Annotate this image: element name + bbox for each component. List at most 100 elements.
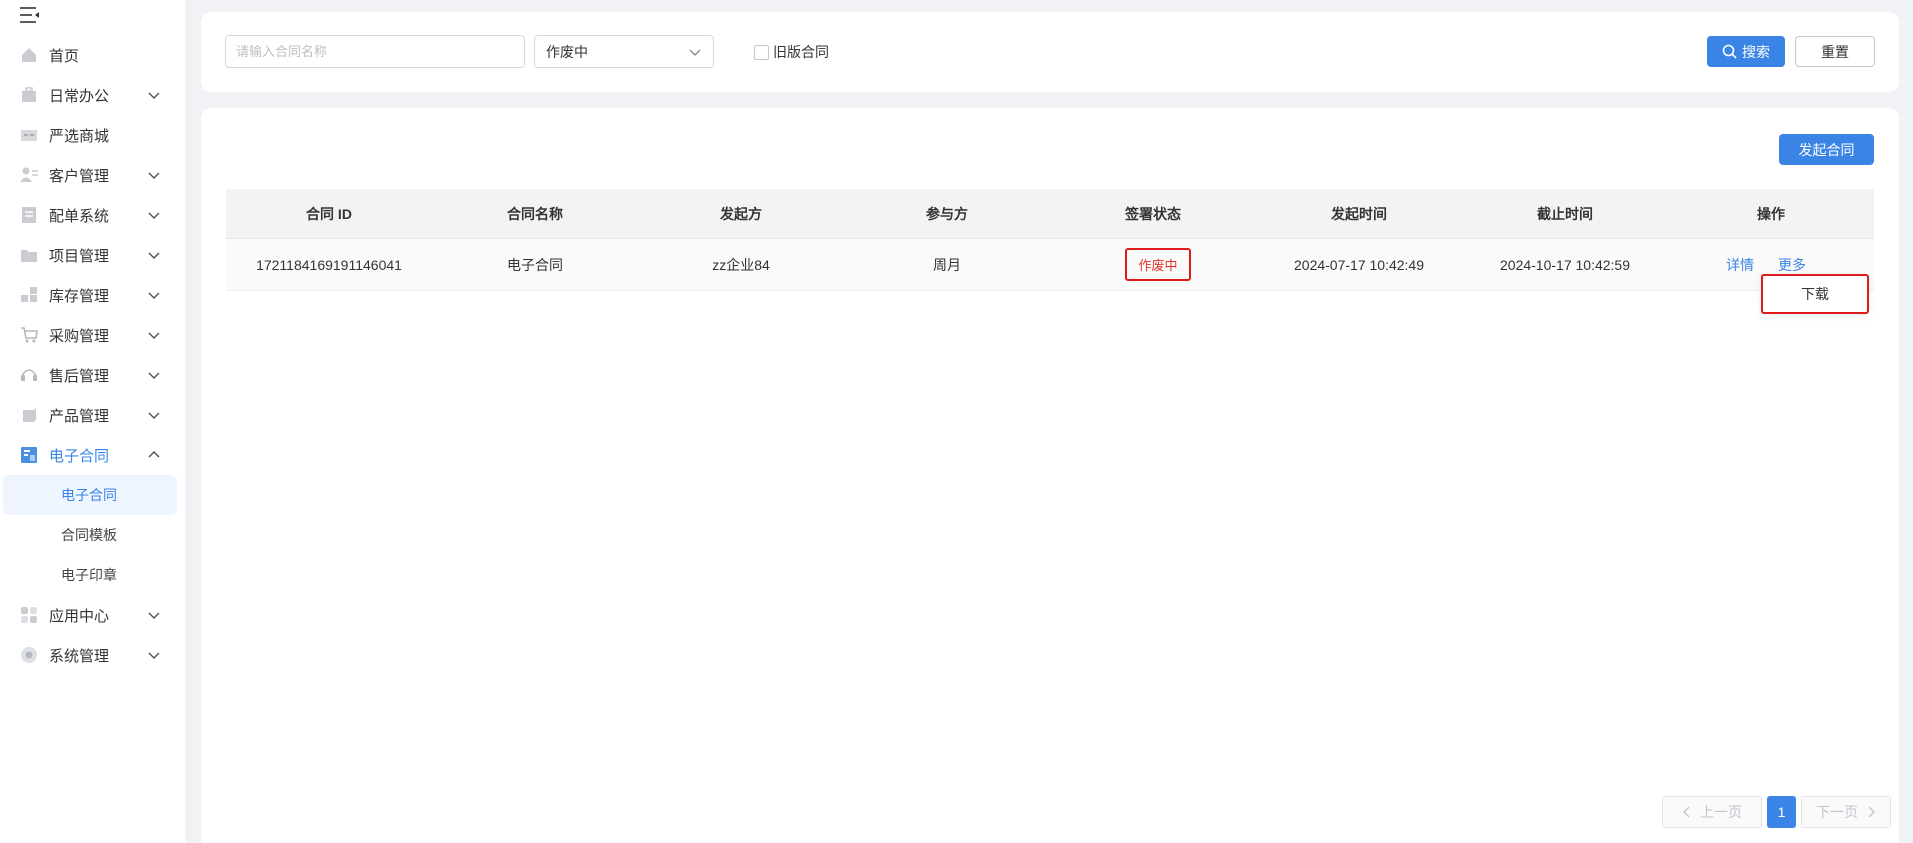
apps-icon — [20, 606, 38, 624]
next-page-button[interactable]: 下一页 — [1801, 796, 1891, 828]
sidebar-menu: 首页 日常办公 严选商城 客户管理 配单系统 项目管理 库存管理 采购管理 售后… — [0, 35, 185, 675]
headset-icon — [20, 366, 38, 384]
cell-contract-id: 1721184169191146041 — [256, 256, 402, 273]
submenu-item-label: 电子印章 — [61, 567, 117, 583]
customer-icon — [20, 166, 38, 184]
sidebar-item-label: 系统管理 — [49, 647, 110, 665]
column-header-name: 合同名称 — [507, 205, 563, 222]
chevron-down-icon — [689, 49, 701, 56]
sidebar-item-inventory[interactable]: 库存管理 — [0, 275, 185, 315]
reset-button[interactable]: 重置 — [1795, 36, 1875, 67]
pagination: 上一页 1 下一页 — [1662, 796, 1891, 828]
inventory-icon — [20, 286, 38, 304]
chevron-down-icon — [148, 212, 160, 220]
cell-initiator: zz企业84 — [712, 256, 770, 273]
folder-icon — [20, 246, 38, 264]
submenu-item-e-seal[interactable]: 电子印章 — [0, 555, 185, 595]
cart-icon — [20, 326, 38, 344]
sidebar-item-app-center[interactable]: 应用中心 — [0, 595, 185, 635]
submenu-item-label: 电子合同 — [61, 487, 117, 503]
chevron-down-icon — [148, 92, 160, 100]
sidebar-item-projects[interactable]: 项目管理 — [0, 235, 185, 275]
table-row: 1721184169191146041 电子合同 zz企业84 周月 作废中 2… — [226, 239, 1874, 291]
briefcase-icon — [20, 86, 38, 104]
sidebar-item-purchasing[interactable]: 采购管理 — [0, 315, 185, 355]
sidebar-item-label: 配单系统 — [49, 207, 110, 225]
column-header-actions: 操作 — [1757, 205, 1785, 222]
prev-page-button[interactable]: 上一页 — [1662, 796, 1762, 828]
store-icon — [20, 126, 38, 144]
search-icon — [1722, 44, 1737, 59]
more-link[interactable]: 更多 — [1778, 257, 1806, 273]
sidebar-item-label: 售后管理 — [49, 367, 110, 385]
chevron-down-icon — [148, 372, 160, 380]
sidebar-item-label: 电子合同 — [49, 447, 110, 465]
download-menu-item: 下载 — [1801, 286, 1829, 302]
column-header-end-time: 截止时间 — [1537, 205, 1593, 222]
contract-list-panel: 发起合同 合同 ID 合同名称 发起方 参与方 签署状态 发起时间 截止时间 操… — [201, 108, 1899, 843]
chevron-up-icon — [148, 450, 160, 458]
more-dropdown-download[interactable]: 下载 — [1761, 274, 1869, 314]
search-button-label: 搜索 — [1742, 43, 1770, 60]
sidebar-item-home[interactable]: 首页 — [0, 35, 185, 75]
detail-link[interactable]: 详情 — [1726, 257, 1754, 273]
status-select[interactable]: 作废中 — [534, 35, 714, 68]
cell-start-time: 2024-07-17 10:42:49 — [1294, 256, 1424, 273]
sidebar-item-customers[interactable]: 客户管理 — [0, 155, 185, 195]
contract-name-input[interactable] — [225, 35, 525, 68]
create-contract-button[interactable]: 发起合同 — [1779, 134, 1874, 165]
chevron-down-icon — [148, 612, 160, 620]
sidebar-item-label: 日常办公 — [49, 87, 110, 105]
cell-participant: 周月 — [933, 256, 961, 273]
submenu-item-label: 合同模板 — [61, 527, 117, 543]
cell-actions: 详情 更多 — [1668, 255, 1874, 275]
column-header-id: 合同 ID — [306, 205, 352, 222]
sidebar-item-after-sales[interactable]: 售后管理 — [0, 355, 185, 395]
sidebar-item-order-system[interactable]: 配单系统 — [0, 195, 185, 235]
contract-table: 合同 ID 合同名称 发起方 参与方 签署状态 发起时间 截止时间 操作 172… — [226, 189, 1874, 291]
sidebar-item-products[interactable]: 产品管理 — [0, 395, 185, 435]
product-icon — [20, 406, 38, 424]
submenu-item-e-contract[interactable]: 电子合同 — [3, 475, 177, 515]
home-icon — [20, 46, 38, 64]
chevron-left-icon — [1683, 806, 1690, 818]
cell-contract-name: 电子合同 — [507, 256, 563, 273]
prev-page-label: 上一页 — [1700, 804, 1742, 820]
cell-end-time: 2024-10-17 10:42:59 — [1500, 256, 1630, 273]
table-header: 合同 ID 合同名称 发起方 参与方 签署状态 发起时间 截止时间 操作 — [226, 189, 1874, 239]
collapse-menu-icon[interactable] — [20, 6, 40, 24]
sidebar-item-label: 严选商城 — [49, 127, 110, 145]
contract-icon — [20, 446, 38, 464]
chevron-down-icon — [148, 412, 160, 420]
sidebar-item-system-settings[interactable]: 系统管理 — [0, 635, 185, 675]
status-badge: 作废中 — [1125, 248, 1191, 281]
sidebar-item-e-contract[interactable]: 电子合同 — [0, 435, 185, 475]
next-page-label: 下一页 — [1816, 804, 1858, 820]
sidebar-item-label: 产品管理 — [49, 407, 110, 425]
search-panel: 作废中 旧版合同 搜索 重置 — [201, 12, 1899, 92]
chevron-down-icon — [148, 172, 160, 180]
column-header-participant: 参与方 — [926, 205, 968, 222]
column-header-status: 签署状态 — [1125, 205, 1181, 222]
sidebar-item-label: 客户管理 — [49, 167, 110, 185]
settings-icon — [20, 646, 38, 664]
create-contract-label: 发起合同 — [1798, 141, 1855, 158]
chevron-down-icon — [148, 332, 160, 340]
sidebar-item-label: 首页 — [49, 47, 80, 65]
chevron-down-icon — [148, 652, 160, 660]
legacy-contract-checkbox[interactable]: 旧版合同 — [754, 42, 829, 62]
sidebar-item-label: 库存管理 — [49, 287, 110, 305]
sidebar-item-label: 项目管理 — [49, 247, 110, 265]
sidebar-item-label: 应用中心 — [49, 607, 110, 625]
chevron-right-icon — [1868, 806, 1875, 818]
checkbox-box[interactable] — [754, 44, 769, 60]
submenu-item-contract-template[interactable]: 合同模板 — [0, 515, 185, 555]
column-header-initiator: 发起方 — [720, 205, 762, 222]
sidebar-item-store[interactable]: 严选商城 — [0, 115, 185, 155]
page-number-current[interactable]: 1 — [1767, 796, 1796, 828]
sidebar-item-daily-office[interactable]: 日常办公 — [0, 75, 185, 115]
reset-button-label: 重置 — [1821, 43, 1849, 60]
legacy-contract-label: 旧版合同 — [773, 44, 829, 60]
order-icon — [20, 206, 38, 224]
search-button[interactable]: 搜索 — [1707, 36, 1785, 67]
